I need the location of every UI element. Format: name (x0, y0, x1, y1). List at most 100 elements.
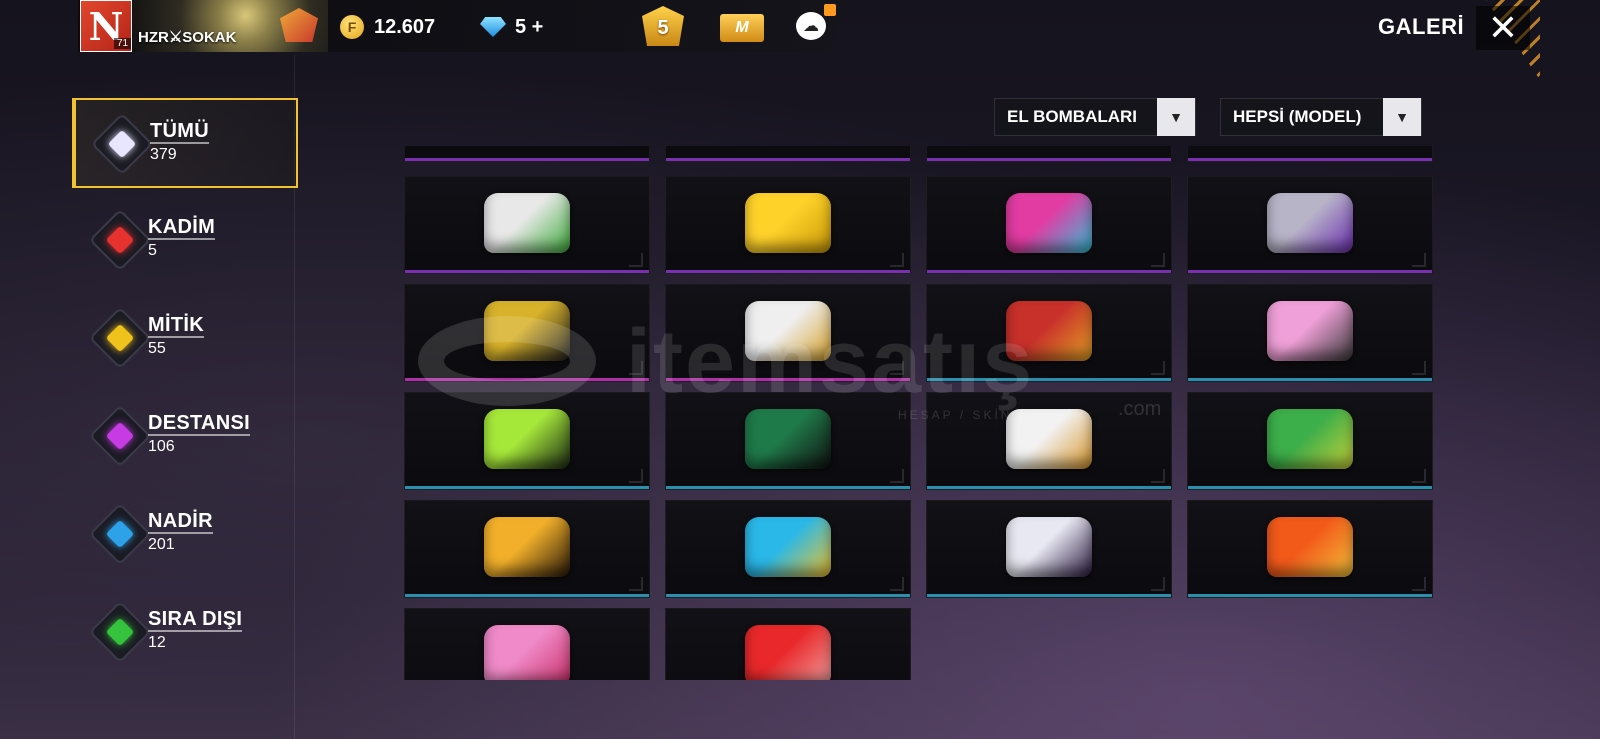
neon-green-grenade-icon (484, 409, 570, 469)
white-phoenix-grenade-icon (1006, 409, 1092, 469)
rarity-bar (666, 378, 910, 381)
tile-corner (890, 253, 904, 267)
rarity-bar (1188, 594, 1432, 597)
rarity-bar (927, 270, 1171, 273)
model-filter-dropdown[interactable]: HEPSİ (MODEL) ▼ (1220, 98, 1422, 136)
tile-corner (1412, 361, 1426, 375)
rarity-diamond-icon (90, 112, 154, 176)
sidebar-item-count: 5 (148, 242, 157, 259)
grenade-tile[interactable] (926, 146, 1172, 162)
sidebar-item-rarity-3[interactable]: DESTANSI 106 (72, 392, 298, 482)
diamond-balance[interactable]: 5 + (515, 16, 543, 39)
rarity-bar (927, 486, 1171, 489)
grenade-tile[interactable] (665, 608, 911, 680)
red-gold-flame-grenade-icon (1006, 301, 1092, 361)
gold-coin-balance: 12.607 (374, 16, 436, 38)
tile-corner (629, 253, 643, 267)
grenade-tile[interactable] (665, 284, 911, 382)
sidebar-item-count: 201 (148, 536, 175, 553)
fire-pig-grenade-icon (1267, 517, 1353, 577)
rarity-diamond-icon (88, 306, 152, 370)
tile-corner (1151, 577, 1165, 591)
model-filter-value: HEPSİ (MODEL) (1233, 107, 1362, 126)
rarity-bar (1188, 158, 1432, 161)
rarity-bar (405, 486, 649, 489)
chevron-down-icon[interactable]: ▼ (1383, 98, 1421, 136)
tile-corner (629, 361, 643, 375)
close-icon: ✕ (1487, 7, 1519, 48)
item-type-value: EL BOMBALARI (1007, 107, 1138, 126)
rarity-bar (666, 158, 910, 161)
grenade-tile[interactable] (926, 392, 1172, 490)
tile-corner (629, 577, 643, 591)
grenade-tile[interactable] (665, 500, 911, 598)
sidebar-item-label: NADİR (148, 510, 213, 534)
sidebar-item-rarity-4[interactable]: NADİR 201 (72, 490, 298, 580)
chevron-down-icon[interactable]: ▼ (1157, 98, 1195, 136)
rarity-bar (405, 594, 649, 597)
cat-grenade-icon (484, 193, 570, 253)
pass-level-value: 5 (657, 16, 669, 39)
grenade-tile[interactable] (665, 392, 911, 490)
rarity-bar (1188, 378, 1432, 381)
grenade-tile[interactable] (404, 176, 650, 274)
sidebar-item-label: MİTİK (148, 314, 204, 338)
rarity-bar (405, 158, 649, 161)
tile-corner (890, 469, 904, 483)
grenade-tile[interactable] (665, 176, 911, 274)
rarity-diamond-icon (88, 208, 152, 272)
grenade-tile[interactable] (1187, 284, 1433, 382)
grenade-tile[interactable] (926, 284, 1172, 382)
pumpkin-grenade-icon (484, 517, 570, 577)
tile-corner (1151, 469, 1165, 483)
grenade-tile[interactable] (404, 392, 650, 490)
tile-corner (629, 469, 643, 483)
grenade-tile[interactable] (1187, 392, 1433, 490)
grenade-tile[interactable] (404, 608, 650, 680)
sidebar-item-count: 106 (148, 438, 175, 455)
tile-corner (1412, 577, 1426, 591)
rarity-bar (927, 378, 1171, 381)
player-name: HZR⚔SOKAK (138, 29, 237, 46)
sidebar-item-count: 55 (148, 340, 166, 357)
player-level: 71 (114, 38, 132, 49)
rarity-bar (666, 270, 910, 273)
tile-corner (1412, 253, 1426, 267)
grenade-tile[interactable] (404, 284, 650, 382)
grenade-tile[interactable] (404, 500, 650, 598)
rarity-bar (1188, 486, 1432, 489)
tile-corner (890, 577, 904, 591)
grenade-tile[interactable] (665, 146, 911, 162)
grenade-tile[interactable] (1187, 146, 1433, 162)
pink-cyan-royal-grenade-icon (1006, 193, 1092, 253)
grenade-tile[interactable] (404, 146, 650, 162)
page-title: GALERİ (1378, 14, 1465, 39)
rarity-bar (1188, 270, 1432, 273)
grenade-tile[interactable] (1187, 500, 1433, 598)
sidebar-item-rarity-5[interactable]: SIRA DIŞI 12 (72, 588, 298, 678)
grenade-tile[interactable] (926, 500, 1172, 598)
gold-crystal-grenade-icon (745, 193, 831, 253)
membership-icon[interactable]: M (720, 14, 764, 42)
sidebar-item-count: 379 (150, 146, 177, 163)
item-type-dropdown[interactable]: EL BOMBALARI ▼ (994, 98, 1196, 136)
dark-white-claw-grenade-icon (1006, 517, 1092, 577)
anime-girl-grenade-icon (1267, 301, 1353, 361)
cloud-gift-icon[interactable]: ☁ (796, 12, 826, 40)
sidebar-item-label: KADİM (148, 216, 216, 240)
gold-coin-icon: F (340, 15, 364, 39)
sidebar-item-rarity-1[interactable]: KADİM 5 (72, 196, 298, 286)
sidebar-item-count: 12 (148, 634, 166, 651)
close-button[interactable]: ✕ (1476, 6, 1530, 50)
sidebar-item-label: SIRA DIŞI (148, 608, 243, 632)
rarity-bar (666, 486, 910, 489)
rarity-bar (666, 594, 910, 597)
grenade-grid (404, 146, 1434, 680)
truck-grenade-icon (745, 517, 831, 577)
grenade-tile[interactable] (926, 176, 1172, 274)
sidebar-item-all[interactable]: TÜMÜ 379 (72, 98, 298, 188)
rarity-bar (405, 378, 649, 381)
grenade-tile[interactable] (1187, 176, 1433, 274)
sidebar-item-rarity-2[interactable]: MİTİK 55 (72, 294, 298, 384)
tile-corner (1151, 361, 1165, 375)
